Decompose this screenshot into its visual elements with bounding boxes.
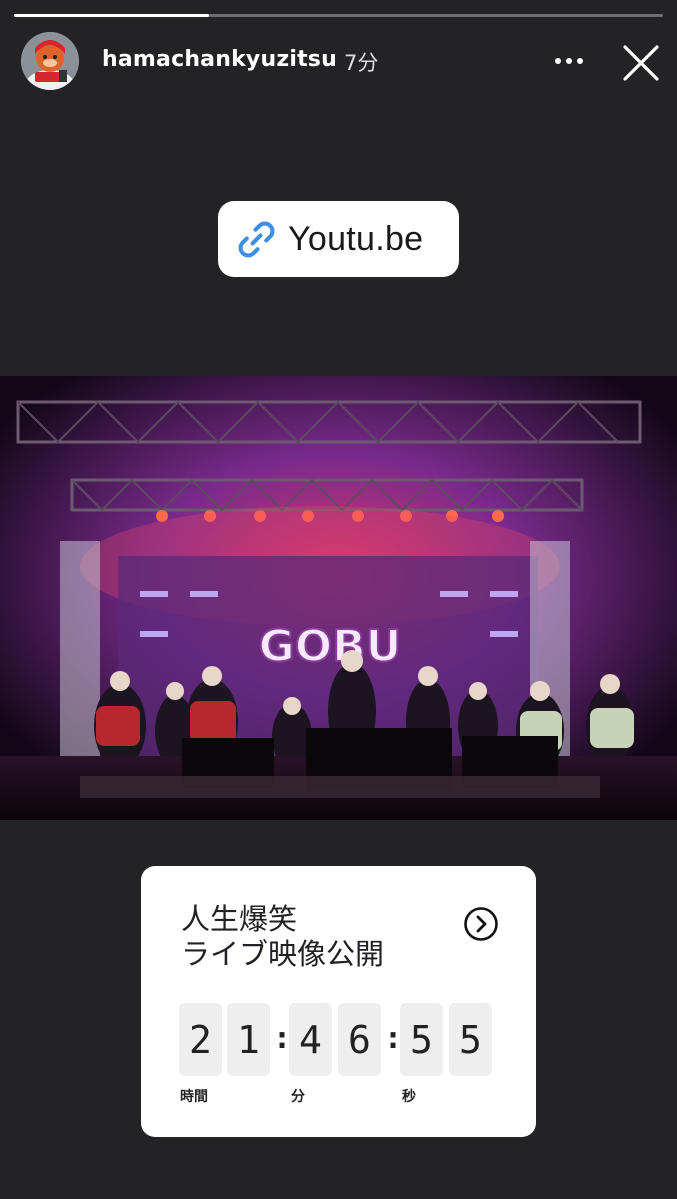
countdown-title-line2: ライブ映像公開 (181, 937, 385, 971)
more-options-button[interactable] (548, 44, 590, 78)
link-icon (238, 221, 275, 257)
story-timestamp: 7分 (344, 51, 379, 75)
countdown-minutes-ones: 6 (338, 1003, 381, 1076)
story-progress-bar (14, 14, 663, 17)
countdown-hours-label: 時間 (180, 1089, 208, 1105)
countdown-sticker[interactable]: 人生爆笑 ライブ映像公開 2 1 : 4 6 : 5 5 時間 分 秒 (141, 866, 536, 1137)
link-sticker[interactable]: Youtu.be (218, 201, 459, 277)
story-username[interactable]: hamachankyuzitsu (102, 47, 337, 72)
countdown-seconds-tens: 5 (400, 1003, 443, 1076)
countdown-title: 人生爆笑 ライブ映像公開 (181, 902, 384, 972)
close-icon (623, 45, 659, 81)
countdown-hours-ones: 1 (227, 1003, 270, 1076)
chevron-right-circle-icon[interactable] (463, 906, 499, 942)
countdown-hours-tens: 2 (179, 1003, 222, 1076)
more-horizontal-icon (555, 58, 583, 64)
concert-stage-photo: GOBU (0, 376, 677, 820)
countdown-colon: : (273, 1021, 292, 1056)
avatar-mascot-image (21, 32, 79, 90)
story-viewer[interactable]: hamachankyuzitsu 7分 Youtu.be GOBU 人生爆笑 ラ… (0, 0, 677, 1199)
close-button[interactable] (616, 38, 666, 88)
story-progress-fill (14, 14, 209, 17)
countdown-colon: : (384, 1021, 403, 1056)
countdown-seconds-ones: 5 (449, 1003, 492, 1076)
countdown-seconds-label: 秒 (402, 1089, 416, 1105)
countdown-title-line1: 人生爆笑 (181, 902, 298, 936)
svg-text:GOBU: GOBU (259, 621, 402, 672)
countdown-minutes-tens: 4 (289, 1003, 332, 1076)
avatar[interactable] (21, 32, 79, 90)
link-sticker-label: Youtu.be (288, 219, 424, 258)
countdown-minutes-label: 分 (291, 1089, 305, 1105)
